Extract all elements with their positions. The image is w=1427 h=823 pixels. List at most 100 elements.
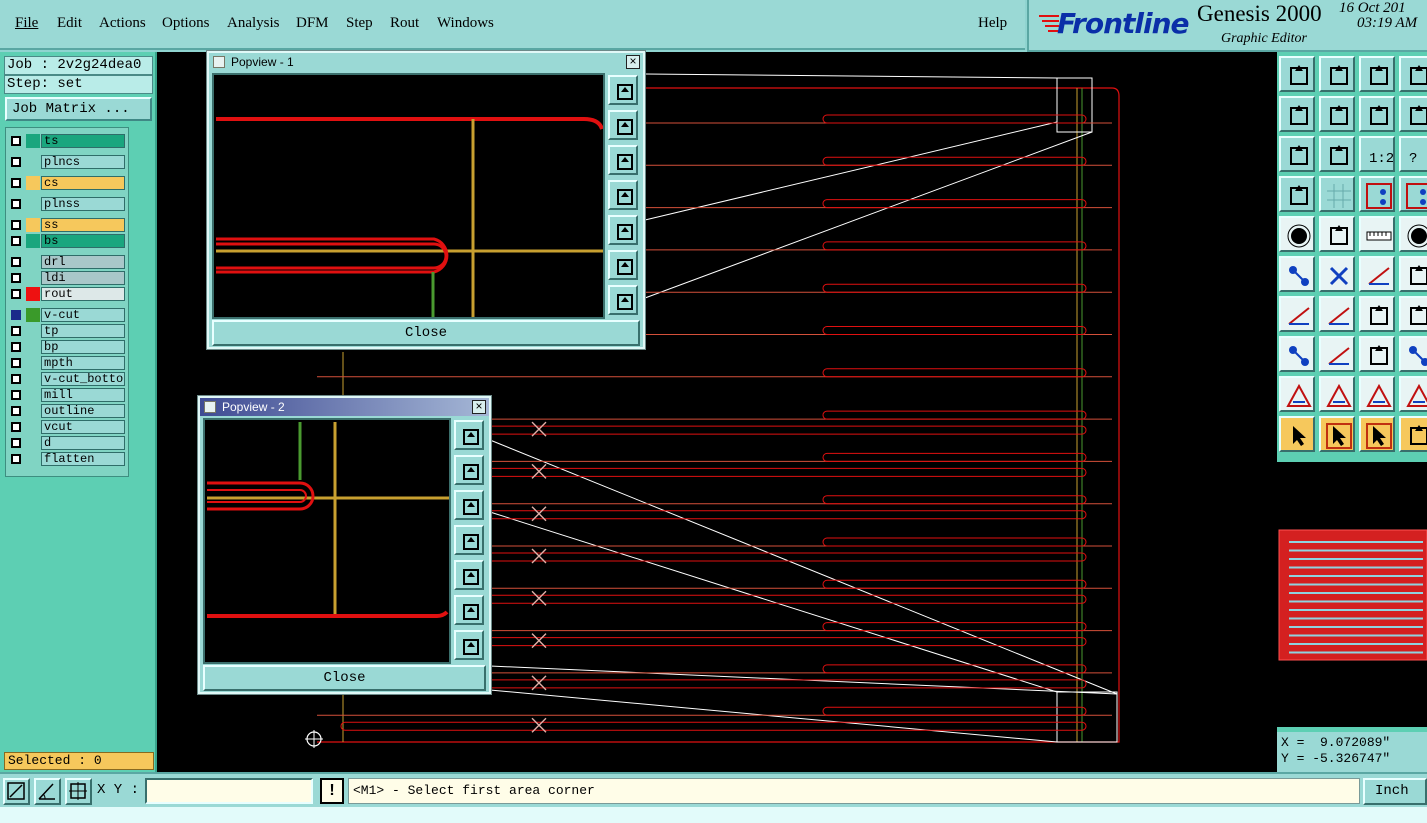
grid-tool-button[interactable]	[1319, 176, 1355, 212]
layer-name[interactable]: d	[41, 436, 125, 450]
zoom-out-button[interactable]	[608, 250, 638, 280]
zoom-home-tool-button[interactable]	[1319, 136, 1355, 172]
arrow-box-tool-button[interactable]	[1359, 416, 1395, 452]
extra-tool-button[interactable]	[1399, 96, 1427, 132]
layer-color-swatch[interactable]	[26, 234, 40, 248]
overview-preview[interactable]	[1277, 462, 1427, 727]
layer-color-swatch[interactable]	[26, 324, 40, 338]
menu-dfm[interactable]: DFM	[296, 15, 329, 32]
page-down-tool-button[interactable]	[1319, 56, 1355, 92]
zoom-in-button[interactable]	[608, 285, 638, 315]
dot-tool-button[interactable]	[1399, 216, 1427, 252]
layer-color-swatch[interactable]	[26, 271, 40, 285]
layer-color-swatch[interactable]	[26, 356, 40, 370]
layer-color-swatch[interactable]	[26, 436, 40, 450]
layer-color-swatch[interactable]	[26, 218, 40, 232]
layer-color-swatch[interactable]	[26, 420, 40, 434]
close-icon[interactable]: ×	[626, 55, 640, 69]
layer-checkbox[interactable]	[11, 257, 21, 267]
zoom-back-tool-button[interactable]	[1359, 96, 1395, 132]
job-matrix-button[interactable]: Job Matrix ...	[5, 97, 152, 121]
zoom-out-button[interactable]	[454, 595, 484, 625]
menu-rout[interactable]: Rout	[390, 15, 419, 32]
layer-row-plncs[interactable]: plncs	[6, 154, 130, 170]
layer-row-ldi[interactable]: ldi	[6, 270, 130, 286]
layer-name[interactable]: plnss	[41, 197, 125, 211]
angle-red-tool-button[interactable]	[1279, 296, 1315, 332]
layer-color-swatch[interactable]	[26, 372, 40, 386]
layer-row-drl[interactable]: drl	[6, 254, 130, 270]
layer-color-swatch[interactable]	[26, 176, 40, 190]
layer-row-bp[interactable]: bp	[6, 339, 130, 355]
step-tool-button[interactable]	[1399, 416, 1427, 452]
layer-name[interactable]: flatten	[41, 452, 125, 466]
layer-row-ss[interactable]: ss	[6, 217, 130, 233]
layer-color-swatch[interactable]	[26, 308, 40, 322]
zoom-window-button[interactable]	[454, 420, 484, 450]
layer-color-swatch[interactable]	[26, 388, 40, 402]
layer-color-swatch[interactable]	[26, 287, 40, 301]
layer-checkbox[interactable]	[11, 390, 21, 400]
layer-color-swatch[interactable]	[26, 134, 40, 148]
red-tool-tool-button[interactable]	[1399, 176, 1427, 212]
blob-tool-button[interactable]	[1399, 336, 1427, 372]
layer-checkbox[interactable]	[11, 136, 21, 146]
layer-checkbox[interactable]	[11, 220, 21, 230]
layer-row-cs[interactable]: cs	[6, 175, 130, 191]
snap-grid-button[interactable]	[65, 778, 92, 805]
layer-name[interactable]: plncs	[41, 155, 125, 169]
layer-row-ts[interactable]: ts	[6, 133, 130, 149]
layer-color-swatch[interactable]	[26, 340, 40, 354]
page-down-button[interactable]	[454, 490, 484, 520]
pan-right-tool-button[interactable]	[1319, 96, 1355, 132]
question-tool-button[interactable]: ?	[1399, 136, 1427, 172]
layer-name[interactable]: bp	[41, 340, 125, 354]
layer-name[interactable]: outline	[41, 404, 125, 418]
zoom-fit-tool-button[interactable]	[1279, 136, 1315, 172]
alert-button[interactable]: !	[320, 778, 344, 804]
layer-name[interactable]: bs	[41, 234, 125, 248]
layer-checkbox[interactable]	[11, 199, 21, 209]
layer-name[interactable]: mpth	[41, 356, 125, 370]
layer-checkbox[interactable]	[11, 273, 21, 283]
page-right-button[interactable]	[608, 215, 638, 245]
layer-row-tp[interactable]: tp	[6, 323, 130, 339]
layer-checkbox[interactable]	[11, 310, 21, 320]
page-down-button[interactable]	[608, 145, 638, 175]
break-tool-button[interactable]	[1279, 336, 1315, 372]
measure-tool-button[interactable]	[1359, 336, 1395, 372]
layer-color-swatch[interactable]	[26, 404, 40, 418]
ruler-tool-button[interactable]	[1359, 216, 1395, 252]
menu-file[interactable]: File	[15, 15, 38, 32]
layer-color-swatch[interactable]	[26, 255, 40, 269]
menu-edit[interactable]: Edit	[57, 15, 82, 32]
menu-windows[interactable]: Windows	[437, 15, 494, 32]
layer-color-swatch[interactable]	[26, 155, 40, 169]
layer-checkbox[interactable]	[11, 342, 21, 352]
layer-row-outline[interactable]: outline	[6, 403, 130, 419]
layer-name[interactable]: rout	[41, 287, 125, 301]
pan-left-tool-button[interactable]	[1279, 96, 1315, 132]
layer-name[interactable]: v-cut_botton	[41, 372, 125, 386]
page-up-tool-button[interactable]	[1279, 56, 1315, 92]
layer-checkbox[interactable]	[11, 438, 21, 448]
ff-tool-button[interactable]	[1399, 256, 1427, 292]
zoom-in-button[interactable]	[454, 630, 484, 660]
window-menu-icon[interactable]	[204, 401, 216, 413]
layer-name[interactable]: cs	[41, 176, 125, 190]
layer-color-swatch[interactable]	[26, 452, 40, 466]
dash-tool-button[interactable]	[1319, 336, 1355, 372]
line-arrow-tool-button[interactable]	[1359, 256, 1395, 292]
layer-row-plnss[interactable]: plnss	[6, 196, 130, 212]
layer-name[interactable]: v-cut	[41, 308, 125, 322]
layer-checkbox[interactable]	[11, 326, 21, 336]
diag-line-tool-button[interactable]	[1319, 296, 1355, 332]
layer-name[interactable]: ts	[41, 134, 125, 148]
menu-analysis[interactable]: Analysis	[227, 15, 280, 32]
menu-actions[interactable]: Actions	[99, 15, 146, 32]
snap-tool-button[interactable]	[1279, 176, 1315, 212]
menu-help[interactable]: Help	[978, 15, 1007, 32]
popview-2-view[interactable]	[203, 418, 451, 664]
menu-options[interactable]: Options	[162, 15, 210, 32]
ratio-tool-button[interactable]: 1:2	[1359, 136, 1395, 172]
